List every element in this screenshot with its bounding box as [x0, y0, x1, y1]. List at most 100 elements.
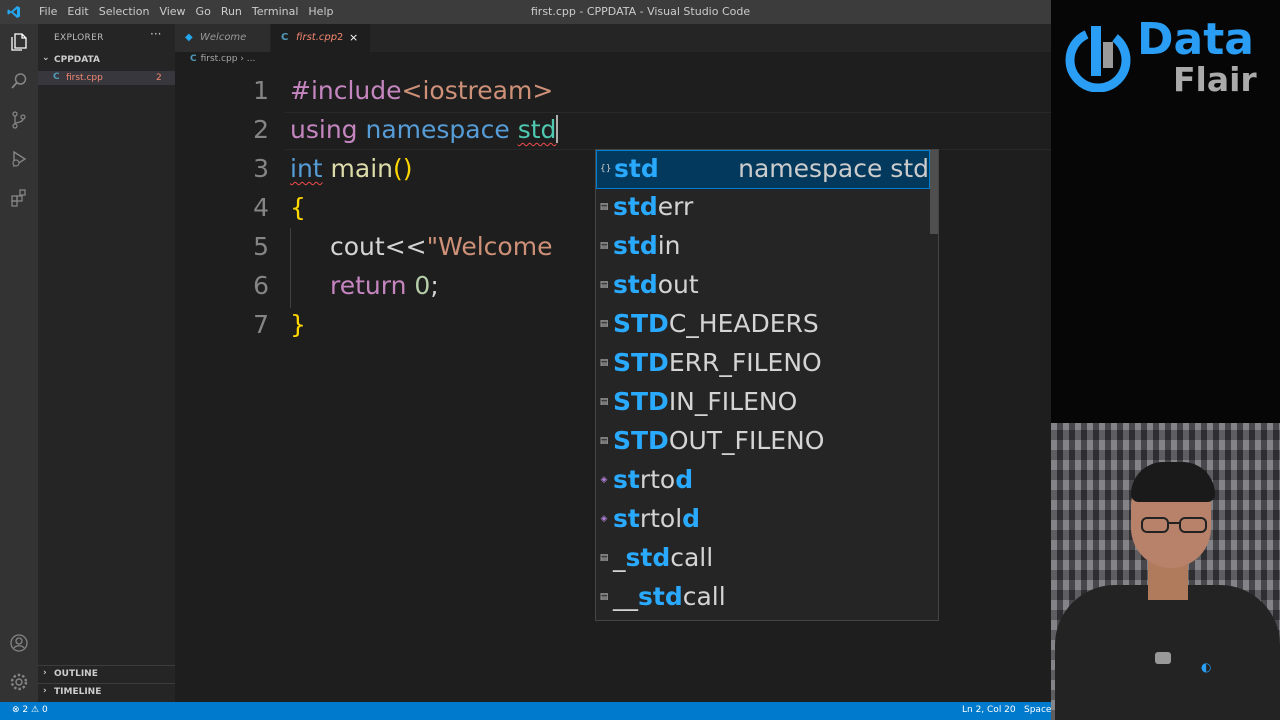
dataflair-logo-icon	[1065, 26, 1131, 92]
source-control-icon[interactable]	[7, 108, 31, 132]
breadcrumb-file[interactable]: first.cpp	[201, 54, 238, 64]
glasses-icon	[1141, 517, 1207, 533]
explorer-icon[interactable]	[7, 30, 31, 54]
menu-view[interactable]: View	[154, 0, 190, 24]
variable-icon: ▤	[599, 241, 609, 251]
menu-run[interactable]: Run	[216, 0, 247, 24]
rest-text: C_HEADERS	[668, 309, 819, 338]
method-icon: ◈	[600, 514, 608, 524]
chevron-right-icon: ›	[43, 668, 47, 678]
line-number: 4	[253, 193, 269, 222]
prefix-text: _	[613, 543, 626, 572]
breadcrumb[interactable]: Cfirst.cpp › ...	[190, 54, 255, 64]
file-item-first-cpp[interactable]: C first.cpp 2	[38, 71, 175, 85]
suggestion-item[interactable]: ▤ stdout	[596, 267, 930, 306]
suggestion-label: stderr	[613, 192, 693, 221]
variable-icon: ▤	[599, 358, 609, 368]
suggestion-label: STDOUT_FILENO	[613, 426, 824, 455]
match-text: STD	[613, 348, 669, 377]
warning-icon: ⚠	[31, 705, 40, 715]
suggestion-item[interactable]: ◈ strtod	[596, 462, 930, 501]
code-line: cout<<"Welcome	[330, 232, 552, 261]
folder-cppdata[interactable]: ⌄ CPPDATA	[38, 53, 175, 68]
suggestion-item[interactable]: ◈ strtold	[596, 501, 930, 540]
rest-text: OUT_FILENO	[668, 426, 825, 455]
match-text: d	[675, 465, 694, 494]
code-line: return 0;	[330, 271, 439, 300]
match-text: st	[613, 504, 640, 533]
cpp-file-icon: C	[281, 32, 289, 43]
microphone-icon	[1155, 652, 1171, 664]
rest-text: rto	[639, 465, 676, 494]
keyword-namespace: namespace	[365, 115, 510, 144]
menu-go[interactable]: Go	[191, 0, 216, 24]
parens: ()	[393, 154, 413, 183]
menu-edit[interactable]: Edit	[62, 0, 93, 24]
semicolon: ;	[430, 271, 439, 300]
folder-label: CPPDATA	[54, 55, 100, 65]
settings-gear-icon[interactable]	[7, 670, 31, 694]
suggestion-detail: namespace std	[738, 154, 929, 183]
variable-icon: ▤	[599, 592, 609, 602]
menu-file[interactable]: File	[34, 0, 62, 24]
rest-text: call	[682, 582, 726, 611]
section-timeline[interactable]: › TIMELINE	[38, 683, 175, 701]
line-number: 2	[253, 115, 269, 144]
prefix-text: __	[613, 582, 638, 611]
tab-label: first.cpp	[296, 32, 338, 43]
menu-terminal[interactable]: Terminal	[247, 0, 304, 24]
shirt-logo-icon: ◐	[1201, 660, 1212, 674]
suggest-scrollbar[interactable]	[930, 150, 938, 234]
vscode-logo-icon: ◆	[185, 32, 193, 43]
search-icon[interactable]	[7, 69, 31, 93]
suggestion-item[interactable]: ▤ __stdcall	[596, 579, 930, 618]
menu-bar: File Edit Selection View Go Run Terminal…	[34, 0, 338, 24]
section-outline[interactable]: › OUTLINE	[38, 665, 175, 683]
extensions-icon[interactable]	[7, 186, 31, 210]
close-icon[interactable]: ×	[349, 24, 358, 52]
suggestion-item[interactable]: ▤ stdin	[596, 228, 930, 267]
variable-icon: ▤	[599, 397, 609, 407]
method-icon: ◈	[600, 475, 608, 485]
suggestion-item-selected[interactable]: {} std namespace std	[596, 150, 930, 189]
sidebar-title: EXPLORER	[54, 33, 104, 43]
suggestion-item[interactable]: ▤ _stdcall	[596, 540, 930, 579]
vscode-logo-icon	[7, 6, 20, 18]
cursor-position[interactable]: Ln 2, Col 20	[962, 705, 1016, 715]
line-number: 3	[253, 154, 269, 183]
match-text: d	[682, 504, 701, 533]
close-brace: }	[290, 310, 306, 339]
suggestion-item[interactable]: ▤ STDC_HEADERS	[596, 306, 930, 345]
breadcrumb-rest[interactable]: ...	[247, 54, 256, 64]
run-debug-icon[interactable]	[7, 147, 31, 171]
problems-indicator[interactable]: ⊗ 2 ⚠ 0	[12, 705, 48, 715]
match-text: std	[613, 270, 658, 299]
suggestion-item[interactable]: ▤ STDIN_FILENO	[596, 384, 930, 423]
suggestion-item[interactable]: ▤ STDERR_FILENO	[596, 345, 930, 384]
more-actions-icon[interactable]: ···	[150, 27, 161, 41]
tab-welcome[interactable]: ◆ Welcome	[175, 24, 270, 52]
rest-text: ERR_FILENO	[668, 348, 822, 377]
rest-text: IN_FILENO	[668, 387, 798, 416]
account-icon[interactable]	[7, 631, 31, 655]
indent-guide	[290, 228, 291, 308]
suggestion-label: std	[614, 154, 659, 183]
number-literal: 0	[414, 271, 431, 300]
menu-selection[interactable]: Selection	[94, 0, 155, 24]
tab-first-cpp[interactable]: C first.cpp 2 ×	[271, 24, 370, 52]
variable-icon: ▤	[599, 319, 609, 329]
cpp-file-icon: C	[190, 54, 197, 64]
match-text: std	[638, 582, 683, 611]
tab-bar: ◆ Welcome C first.cpp 2 ×	[175, 24, 1051, 52]
chevron-right-icon: ›	[43, 686, 47, 696]
suggestion-item[interactable]: ▤ STDOUT_FILENO	[596, 423, 930, 462]
logo-text-flair: Flair	[1173, 60, 1257, 99]
error-count: 2	[22, 705, 29, 715]
rest-text: err	[657, 192, 694, 221]
function-name: main	[330, 154, 394, 183]
suggestion-item[interactable]: ▤ stderr	[596, 189, 930, 228]
menu-help[interactable]: Help	[303, 0, 338, 24]
explorer-sidebar: EXPLORER ··· ⌄ CPPDATA C first.cpp 2 › O…	[38, 24, 175, 702]
suggestion-label: strtod	[613, 465, 693, 494]
variable-icon: ▤	[599, 553, 609, 563]
